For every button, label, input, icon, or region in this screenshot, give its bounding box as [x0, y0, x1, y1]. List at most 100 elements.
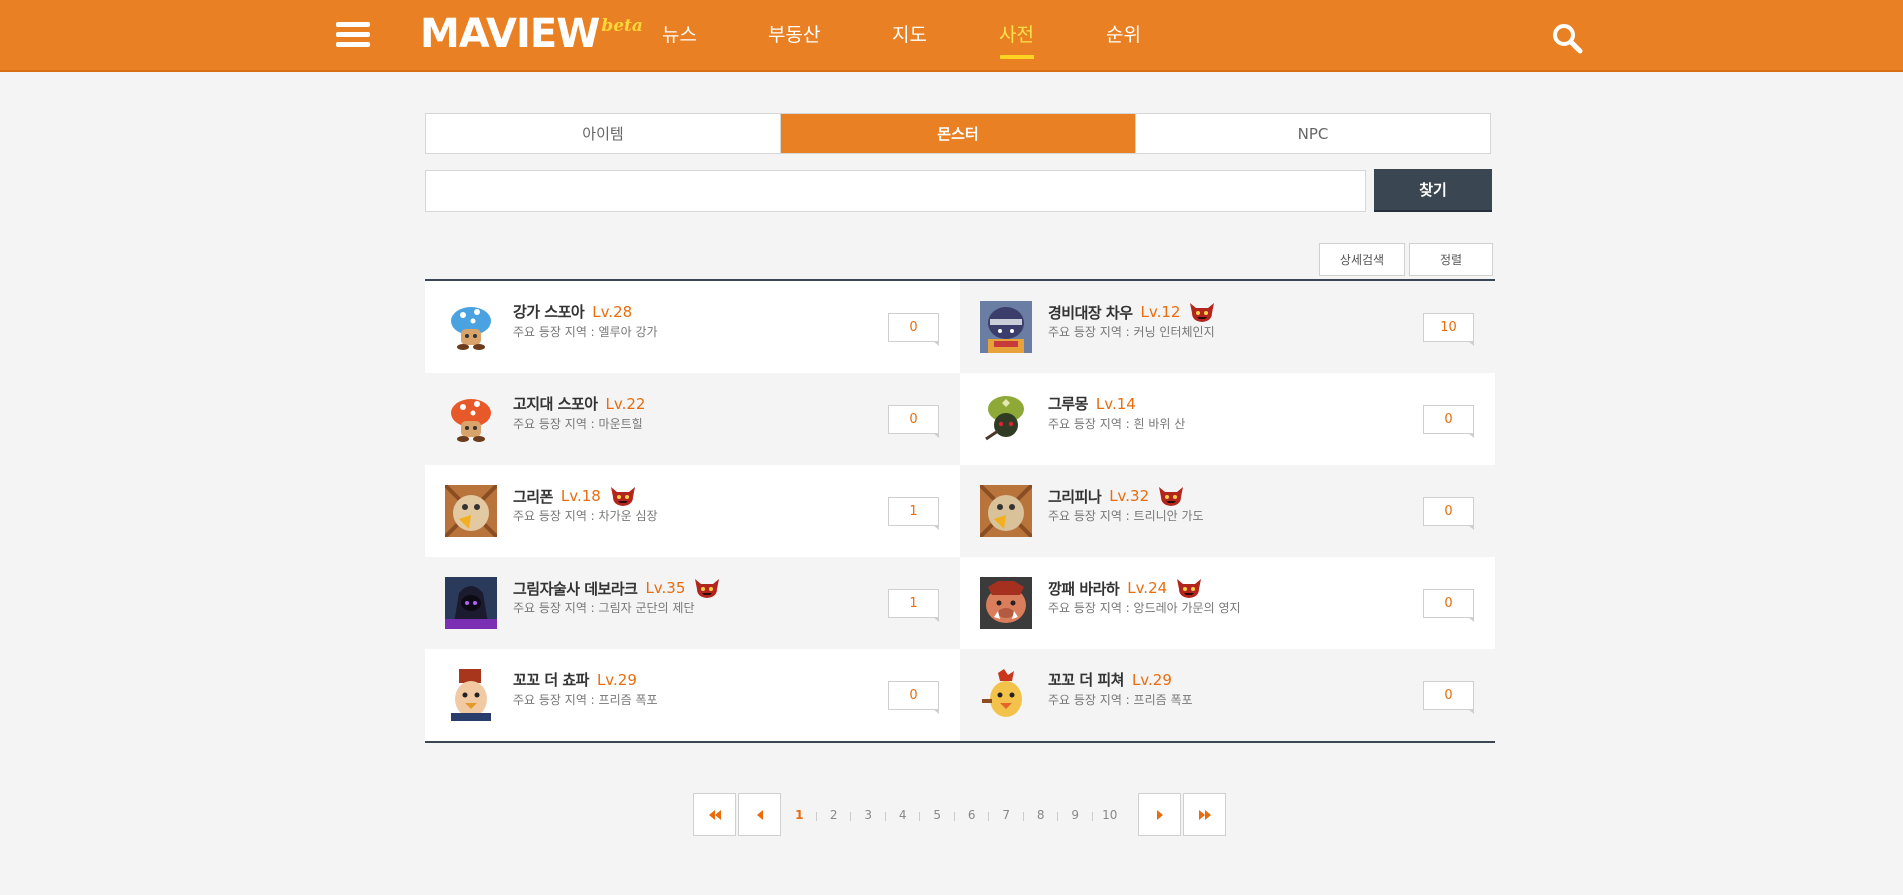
page-4[interactable]: 4 [886, 808, 920, 822]
monster-image-armored-guard [980, 301, 1032, 353]
monster-level: Lv.35 [645, 579, 686, 597]
list-item[interactable]: 꼬꼬 더 쵸파 Lv.29 주요 등장 지역 : 프리즘 폭포 0 [425, 649, 960, 741]
comment-count[interactable]: 0 [888, 313, 939, 346]
list-item[interactable]: 꼬꼬 더 피쳐 Lv.29 주요 등장 지역 : 프리즘 폭포 0 [960, 649, 1495, 741]
monster-name[interactable]: 꼬꼬 더 쵸파 [513, 669, 589, 690]
monster-region: 주요 등장 지역 : 커닝 인터체인지 [1048, 325, 1215, 339]
boss-icon [695, 579, 720, 598]
comment-count[interactable]: 0 [888, 405, 939, 438]
list-item[interactable]: 그리피나 Lv.32 주요 등장 지역 : 트리니안 가도 0 [960, 465, 1495, 557]
prev-page-button[interactable] [738, 793, 781, 836]
page-7[interactable]: 7 [989, 808, 1024, 822]
comment-count[interactable]: 0 [888, 681, 939, 714]
monster-level: Lv.12 [1140, 303, 1181, 321]
boss-icon [1190, 303, 1215, 322]
monster-image-shadow-mage [445, 577, 497, 629]
monster-region: 주요 등장 지역 : 차가운 심장 [513, 509, 658, 523]
monster-name[interactable]: 꼬꼬 더 피쳐 [1048, 669, 1124, 690]
monster-region: 주요 등장 지역 : 흰 바위 산 [1048, 417, 1186, 431]
page-3[interactable]: 3 [851, 808, 886, 822]
monster-level: Lv.22 [605, 394, 646, 413]
site-logo[interactable]: MAVIEW beta [420, 10, 643, 58]
comment-count[interactable]: 1 [888, 497, 939, 530]
monster-region: 주요 등장 지역 : 프리즘 폭포 [1048, 693, 1193, 707]
page-5[interactable]: 5 [920, 808, 955, 822]
comment-count[interactable]: 0 [1423, 681, 1474, 714]
tab-items[interactable]: 아이템 [426, 114, 781, 153]
search-button[interactable]: 찾기 [1374, 169, 1492, 212]
monster-region: 주요 등장 지역 : 프리즘 폭포 [513, 693, 658, 707]
monster-region: 주요 등장 지역 : 트리니안 가도 [1048, 509, 1204, 523]
list-item[interactable]: 경비대장 차우 Lv.12 주요 등장 지역 : 커닝 인터체인지 10 [960, 281, 1495, 373]
nav-item-ranking[interactable]: 순위 [1106, 20, 1141, 47]
last-page-button[interactable] [1183, 793, 1226, 836]
comment-count[interactable]: 1 [888, 589, 939, 622]
monster-name[interactable]: 그림자술사 데보라크 [513, 578, 638, 599]
page-8[interactable]: 8 [1024, 808, 1058, 822]
hamburger-menu-icon[interactable] [336, 22, 370, 48]
monster-name[interactable]: 그리폰 [513, 486, 553, 507]
list-item[interactable]: 강가 스포아 Lv.28 주요 등장 지역 : 엘루아 강가 0 [425, 281, 960, 373]
monster-image-griffin [445, 485, 497, 537]
boss-icon [610, 487, 635, 506]
nav-item-dictionary[interactable]: 사전 [999, 20, 1034, 47]
monster-region: 주요 등장 지역 : 앙드레아 가문의 영지 [1048, 601, 1241, 615]
monster-name[interactable]: 그리피나 [1048, 486, 1102, 507]
list-item[interactable]: 그림자술사 데보라크 Lv.35 주요 등장 지역 : 그림자 군단의 제단 1 [425, 557, 960, 649]
monster-name[interactable]: 깡패 바라하 [1048, 578, 1120, 599]
search-input[interactable] [425, 170, 1366, 212]
comment-count[interactable]: 10 [1423, 313, 1474, 346]
monster-name[interactable]: 그루몽 [1048, 393, 1088, 414]
monster-image-orange-mushroom [451, 399, 491, 442]
monster-image-griffin [980, 485, 1032, 537]
first-page-button[interactable] [693, 793, 736, 836]
comment-count[interactable]: 0 [1423, 589, 1474, 622]
boss-icon [1177, 579, 1202, 598]
search-icon[interactable] [1551, 22, 1583, 54]
monster-image-rooster-chef [451, 669, 491, 721]
double-left-icon [708, 809, 721, 820]
page-1[interactable]: 1 [782, 808, 817, 822]
monster-level: Lv.29 [596, 670, 637, 689]
comment-count[interactable]: 0 [1423, 405, 1474, 438]
monster-level: Lv.32 [1109, 487, 1150, 505]
monster-level: Lv.28 [592, 302, 633, 321]
advanced-search-button[interactable]: 상세검색 [1319, 243, 1405, 276]
monster-level: Lv.29 [1131, 670, 1172, 689]
monster-image-rooster-pitcher [982, 669, 1022, 717]
monster-region: 주요 등장 지역 : 엘루아 강가 [513, 325, 658, 339]
monster-image-green-sprout [985, 396, 1024, 441]
page-9[interactable]: 9 [1058, 808, 1093, 822]
right-icon [1156, 809, 1163, 820]
monster-name[interactable]: 강가 스포아 [513, 301, 585, 322]
page-2[interactable]: 2 [817, 808, 851, 822]
list-item[interactable]: 그리폰 Lv.18 주요 등장 지역 : 차가운 심장 1 [425, 465, 960, 557]
next-page-button[interactable] [1138, 793, 1181, 836]
nav-item-real-estate[interactable]: 부동산 [768, 20, 820, 47]
monster-name[interactable]: 고지대 스포아 [513, 393, 598, 414]
nav-item-news[interactable]: 뉴스 [662, 20, 697, 47]
monster-name[interactable]: 경비대장 차우 [1048, 302, 1133, 323]
logo-beta-badge: beta [601, 16, 643, 36]
monster-level: Lv.18 [560, 487, 601, 505]
comment-count[interactable]: 0 [1423, 497, 1474, 530]
tab-npc[interactable]: NPC [1136, 114, 1490, 153]
list-item[interactable]: 그루몽 Lv.14 주요 등장 지역 : 흰 바위 산 0 [960, 373, 1495, 465]
page-6[interactable]: 6 [955, 808, 989, 822]
tab-monsters[interactable]: 몬스터 [781, 114, 1136, 153]
monster-region: 주요 등장 지역 : 마운트힐 [513, 417, 643, 431]
monster-image-blue-mushroom [451, 307, 491, 350]
monster-level: Lv.14 [1095, 394, 1136, 413]
top-header: MAVIEW beta 뉴스 부동산 지도 사전 순위 [0, 0, 1903, 72]
left-icon [756, 809, 763, 820]
page-10[interactable]: 10 [1093, 808, 1128, 822]
list-item[interactable]: 고지대 스포아 Lv.22 주요 등장 지역 : 마운트힐 0 [425, 373, 960, 465]
nav-item-map[interactable]: 지도 [892, 20, 927, 47]
list-item[interactable]: 깡패 바라하 Lv.24 주요 등장 지역 : 앙드레아 가문의 영지 0 [960, 557, 1495, 649]
sort-button[interactable]: 정렬 [1409, 243, 1493, 276]
nav-active-indicator [1000, 55, 1034, 59]
double-right-icon [1198, 809, 1211, 820]
page-number-list: 1 2 3 4 5 6 7 8 9 10 [782, 806, 1127, 824]
category-tabs: 아이템 몬스터 NPC [425, 113, 1491, 154]
monster-image-boar-thug [980, 577, 1032, 629]
